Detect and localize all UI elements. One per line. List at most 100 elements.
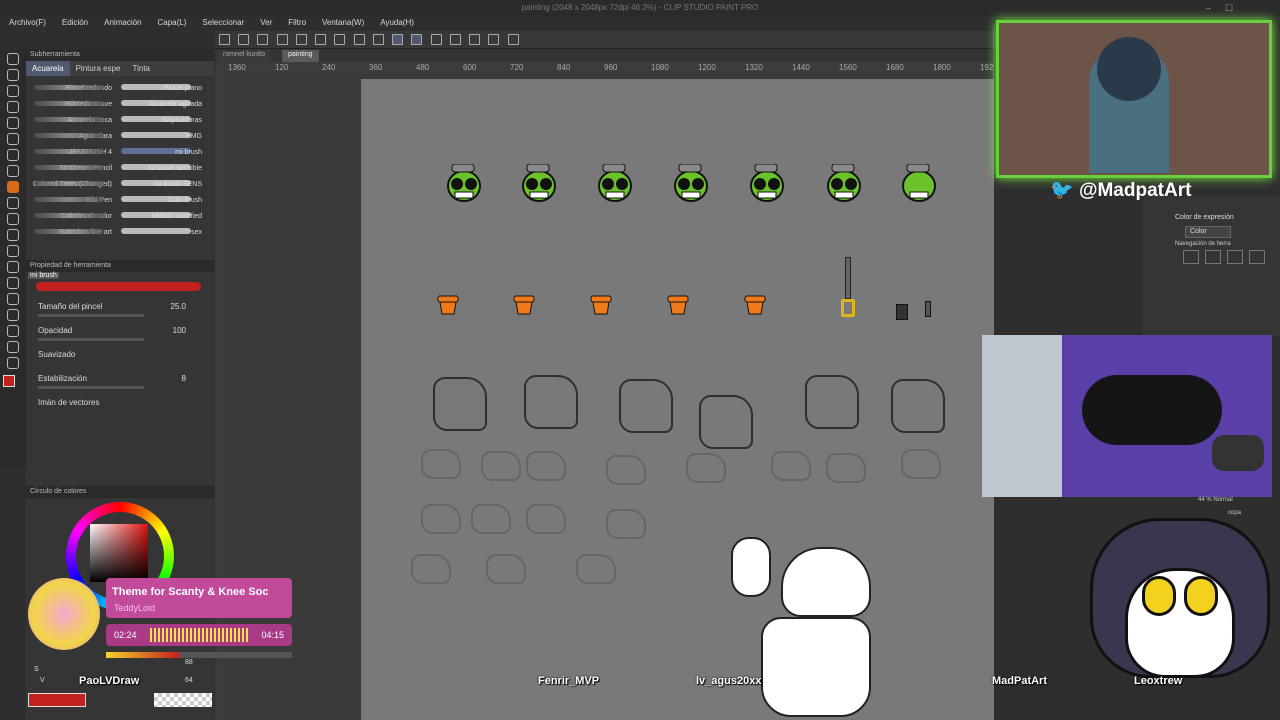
- gradient-tool-icon[interactable]: [7, 261, 19, 273]
- title-bar: painting (2048 x 2048px 72dpi 46.3%) - C…: [0, 0, 1280, 27]
- nav-tool-2-icon[interactable]: [1205, 250, 1221, 264]
- glove-sketch: [805, 375, 859, 429]
- brush-row[interactable]: Succubus line artsex: [26, 224, 214, 240]
- snap-guide-icon[interactable]: [411, 34, 423, 45]
- eraser-tool-icon[interactable]: [7, 229, 19, 241]
- brush-row[interactable]: JEKBRUSH 4mi brush: [26, 144, 214, 160]
- new-file-icon[interactable]: [219, 34, 230, 45]
- hand-tool-icon[interactable]: [7, 69, 19, 81]
- vector-magnet-row[interactable]: Imán de vectores: [26, 394, 214, 418]
- balloon-tool-icon[interactable]: [7, 341, 19, 353]
- zoom-tool-icon[interactable]: [7, 53, 19, 65]
- pen-tool-icon[interactable]: [7, 149, 19, 161]
- opacity-value[interactable]: 100: [173, 326, 186, 335]
- tab-pintura-espesa[interactable]: Pintura espe: [70, 61, 127, 76]
- transform-icon[interactable]: [334, 34, 346, 45]
- menu-ventana[interactable]: Ventana(W): [313, 16, 371, 31]
- tab-acuarela[interactable]: Acuarela: [26, 61, 70, 76]
- drawing-canvas[interactable]: [361, 79, 994, 720]
- color-expression-select[interactable]: Color: [1185, 226, 1231, 238]
- transparent-color-swatch[interactable]: [154, 693, 212, 707]
- menu-capa[interactable]: Capa(L): [149, 16, 194, 31]
- ruler-tick: 360: [369, 63, 383, 72]
- select-tool-icon[interactable]: [7, 101, 19, 113]
- maximize-icon[interactable]: ☐: [1225, 3, 1233, 13]
- menu-edicion[interactable]: Edición: [53, 16, 95, 31]
- menu-bar: Archivo(F) Edición Animación Capa(L) Sel…: [0, 16, 1000, 31]
- menu-animacion[interactable]: Animación: [95, 16, 148, 31]
- v-label: V: [40, 677, 45, 684]
- main-color-swatch[interactable]: [3, 375, 15, 387]
- brush-name-right: mi brush SENS: [154, 180, 202, 188]
- ruler-tool-icon[interactable]: [7, 309, 19, 321]
- stabilization-value[interactable]: 8: [182, 374, 186, 383]
- brush-row[interactable]: Acuarela secaSalpicaduras: [26, 112, 214, 128]
- frame-tool-icon[interactable]: [7, 293, 19, 305]
- color-circle-header: Círculo de colores: [26, 486, 214, 498]
- invert-selection-icon[interactable]: [372, 34, 384, 45]
- reset-view-icon[interactable]: [488, 34, 500, 45]
- brush-row[interactable]: Colorbrush colorHMGG modified: [26, 208, 214, 224]
- menu-ver[interactable]: Ver: [251, 16, 279, 31]
- brush-stroke-icon: [34, 181, 104, 186]
- lasso-tool-icon[interactable]: [7, 117, 19, 129]
- brush-row[interactable]: Pincel redondoPincel plano: [26, 80, 214, 96]
- subtool-header: Subherramienta: [26, 49, 214, 61]
- open-file-icon[interactable]: [238, 34, 250, 45]
- brush-stroke-icon: [34, 133, 104, 138]
- playback-box: 02:24 04:15: [106, 624, 292, 646]
- tab-painting[interactable]: painting: [282, 50, 319, 62]
- brush-row[interactable]: Bibi PenColo brush: [26, 192, 214, 208]
- faint-sketch: [526, 451, 566, 481]
- v-value: 64: [185, 677, 193, 684]
- smoothing-row[interactable]: Suavizado: [26, 346, 214, 370]
- pencil-tool-icon[interactable]: [7, 165, 19, 177]
- undo-icon[interactable]: [276, 34, 288, 45]
- brush-row[interactable]: Agua claraHMG: [26, 128, 214, 144]
- menu-seleccionar[interactable]: Seleccionar: [193, 16, 251, 31]
- brush-row[interactable]: Str Dream Pencilmi brush sensible: [26, 160, 214, 176]
- menu-filtro[interactable]: Filtro: [279, 16, 313, 31]
- opacity-row[interactable]: Opacidad 100: [26, 322, 214, 346]
- tab-tinta[interactable]: Tinta: [127, 61, 157, 76]
- ruler-tick: 240: [322, 63, 336, 72]
- viewer-name-3: lv_agus20xx: [696, 675, 762, 687]
- rotate-icon[interactable]: [430, 34, 442, 45]
- move-tool-icon[interactable]: [7, 85, 19, 97]
- redo-icon[interactable]: [295, 34, 307, 45]
- vector-magnet-label: Imán de vectores: [38, 398, 100, 407]
- fullscreen-icon[interactable]: [507, 34, 519, 45]
- deselect-icon[interactable]: [353, 34, 365, 45]
- eyedropper-tool-icon[interactable]: [7, 133, 19, 145]
- flip-icon[interactable]: [449, 34, 461, 45]
- airbrush-tool-icon[interactable]: [7, 197, 19, 209]
- save-icon[interactable]: [257, 34, 269, 45]
- stabilization-row[interactable]: Estabilización 8: [26, 370, 214, 394]
- figure-tool-icon[interactable]: [7, 277, 19, 289]
- nav-tool-4-icon[interactable]: [1249, 250, 1265, 264]
- menu-ayuda[interactable]: Ayuda(H): [371, 16, 421, 31]
- color-expression-label: Color de expresión: [1175, 214, 1234, 221]
- brush-tool-icon[interactable]: [7, 181, 19, 193]
- clear-icon[interactable]: [315, 34, 327, 45]
- fill-tool-icon[interactable]: [7, 245, 19, 257]
- zoom-fit-icon[interactable]: [469, 34, 481, 45]
- text-tool-icon[interactable]: [7, 325, 19, 337]
- nav-tool-3-icon[interactable]: [1227, 250, 1243, 264]
- saturation-value-square[interactable]: [90, 524, 148, 582]
- brush-row[interactable]: Colored Trees (Changed)mi brush SENS: [26, 176, 214, 192]
- minimize-icon[interactable]: –: [1206, 3, 1211, 13]
- nav-tool-1-icon[interactable]: [1183, 250, 1199, 264]
- correct-line-tool-icon[interactable]: [7, 357, 19, 369]
- tab-romnel-kunito[interactable]: romnel kunito: [217, 50, 272, 62]
- ruler-tick: 1360: [228, 63, 246, 72]
- blend-tool-icon[interactable]: [7, 213, 19, 225]
- menu-archivo[interactable]: Archivo(F): [0, 16, 53, 31]
- brush-row[interactable]: Húmedo suaveAcuarela aguada: [26, 96, 214, 112]
- brush-size-value[interactable]: 25.0: [170, 302, 186, 311]
- current-color-swatch[interactable]: [28, 693, 86, 707]
- snap-ruler-icon[interactable]: [392, 34, 404, 45]
- ruler-tick: 1560: [839, 63, 857, 72]
- song-info-box: Theme for Scanty & Knee Soc TeddyLoid: [106, 578, 292, 618]
- brush-size-row[interactable]: Tamaño del pincel 25.0: [26, 298, 214, 322]
